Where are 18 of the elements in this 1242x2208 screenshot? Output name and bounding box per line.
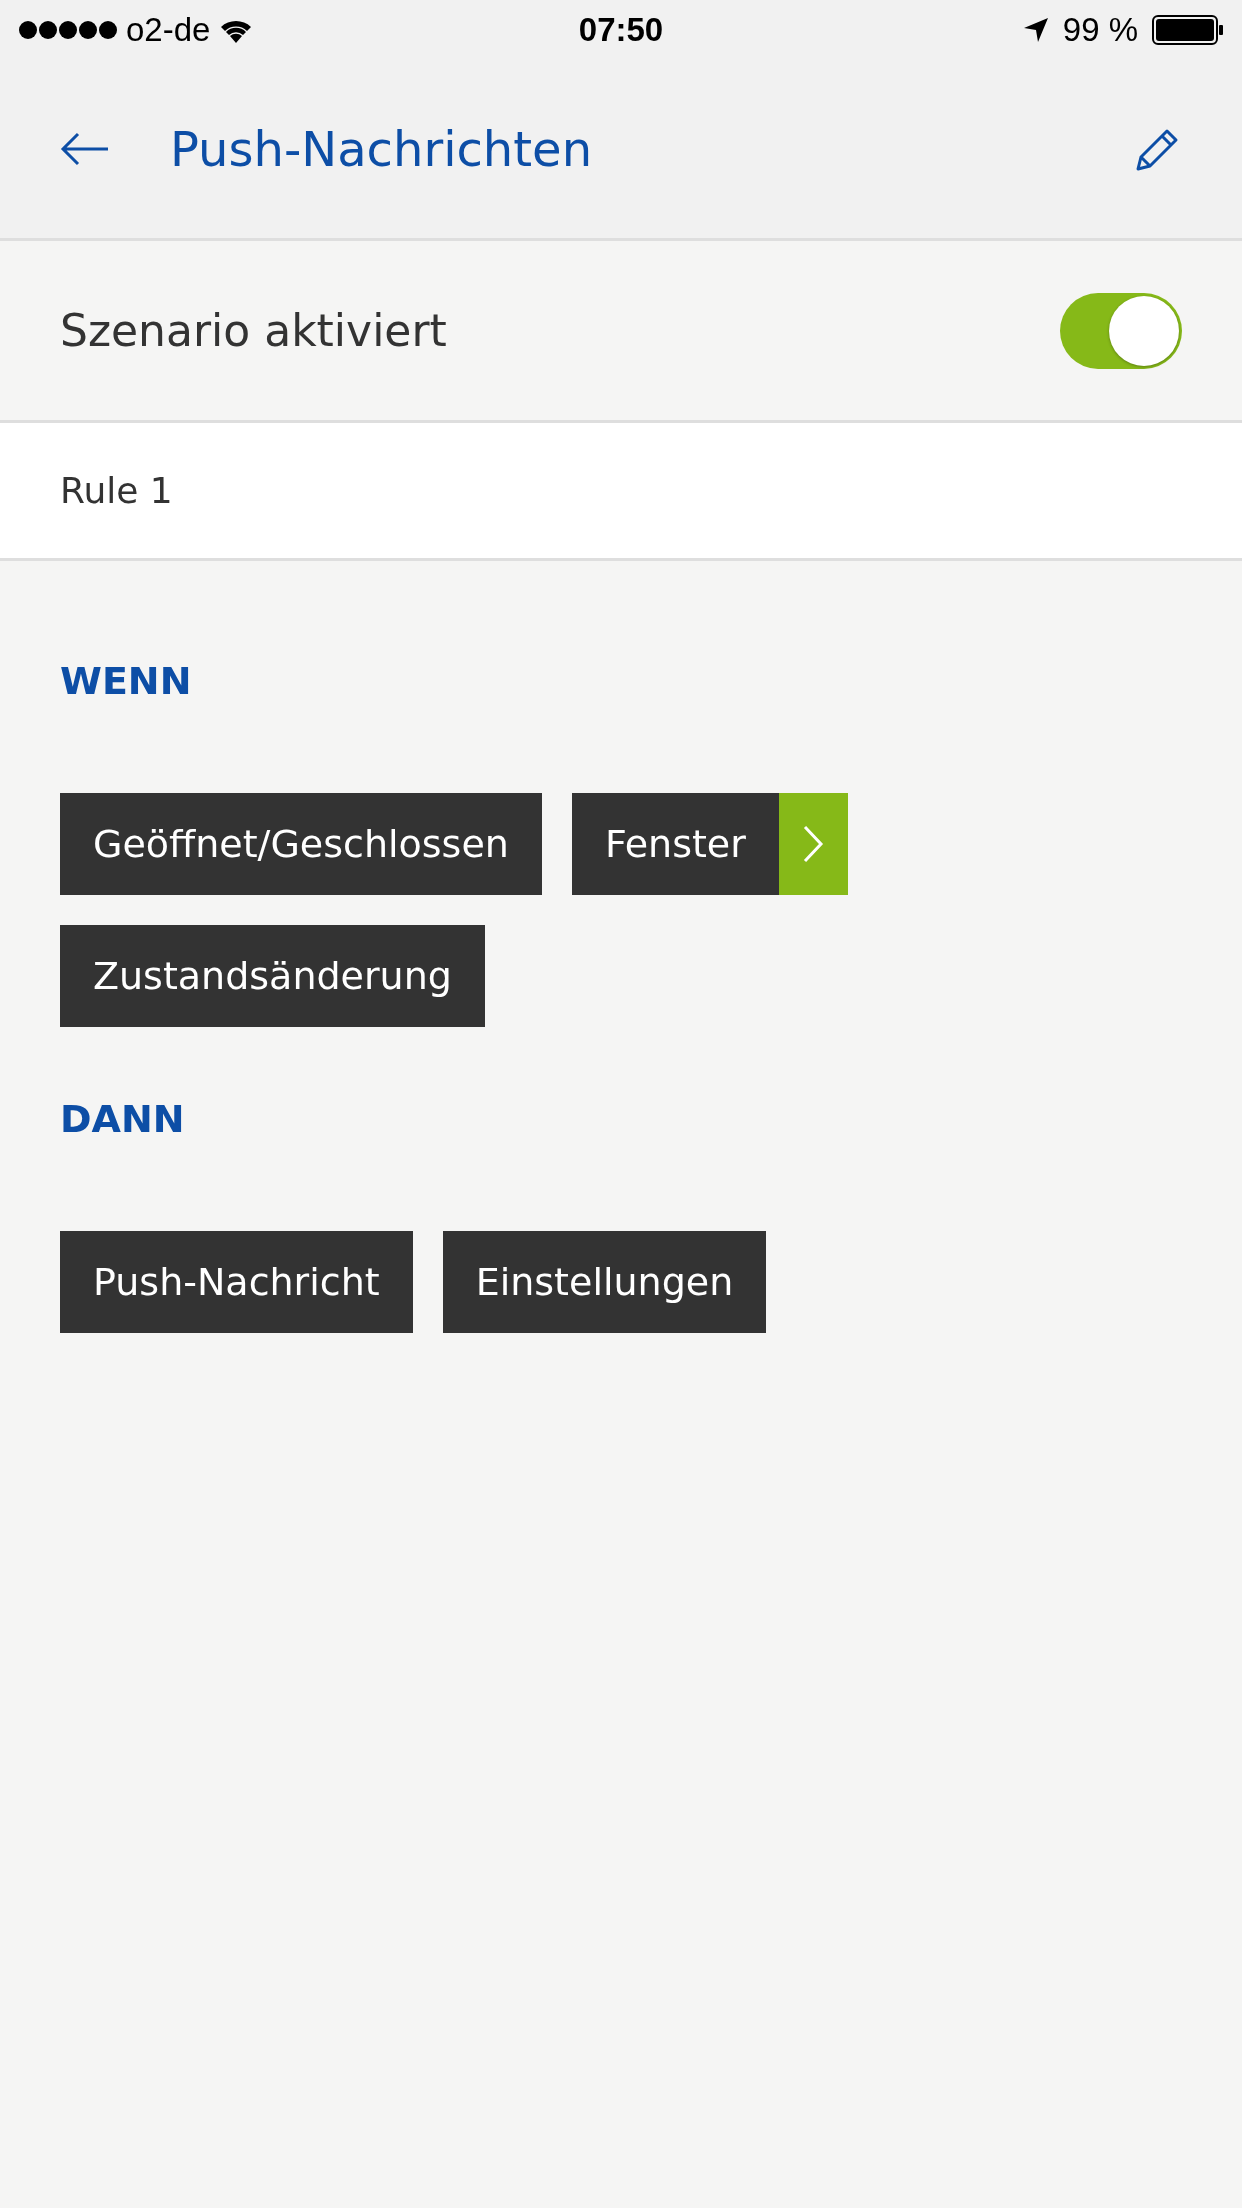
rule-name: Rule 1 bbox=[60, 470, 173, 511]
condition-chip[interactable]: Einstellungen bbox=[442, 1231, 767, 1333]
signal-icon bbox=[18, 20, 118, 40]
battery-icon bbox=[1152, 15, 1224, 45]
condition-chip[interactable]: Push-Nachricht bbox=[60, 1231, 413, 1333]
condition-chip[interactable]: Geöffnet/Geschlossen bbox=[60, 793, 542, 895]
location-arrow-icon bbox=[1022, 17, 1049, 43]
condition-chip[interactable]: Fenster bbox=[571, 793, 848, 895]
screen-title: Push-Nachrichten bbox=[170, 121, 594, 177]
section-heading: DANN bbox=[60, 1097, 186, 1141]
chevron-right-icon bbox=[802, 824, 825, 864]
clock-time: 07:50 bbox=[578, 11, 664, 49]
back-arrow-icon[interactable] bbox=[60, 131, 110, 167]
section-heading: WENN bbox=[60, 659, 193, 703]
carrier-name: o2-de bbox=[126, 11, 211, 49]
toggle-label: Szenario aktiviert bbox=[60, 305, 448, 356]
battery-percentage: 99 % bbox=[1062, 11, 1138, 49]
condition-chip[interactable]: Zustandsänderung bbox=[60, 925, 485, 1027]
